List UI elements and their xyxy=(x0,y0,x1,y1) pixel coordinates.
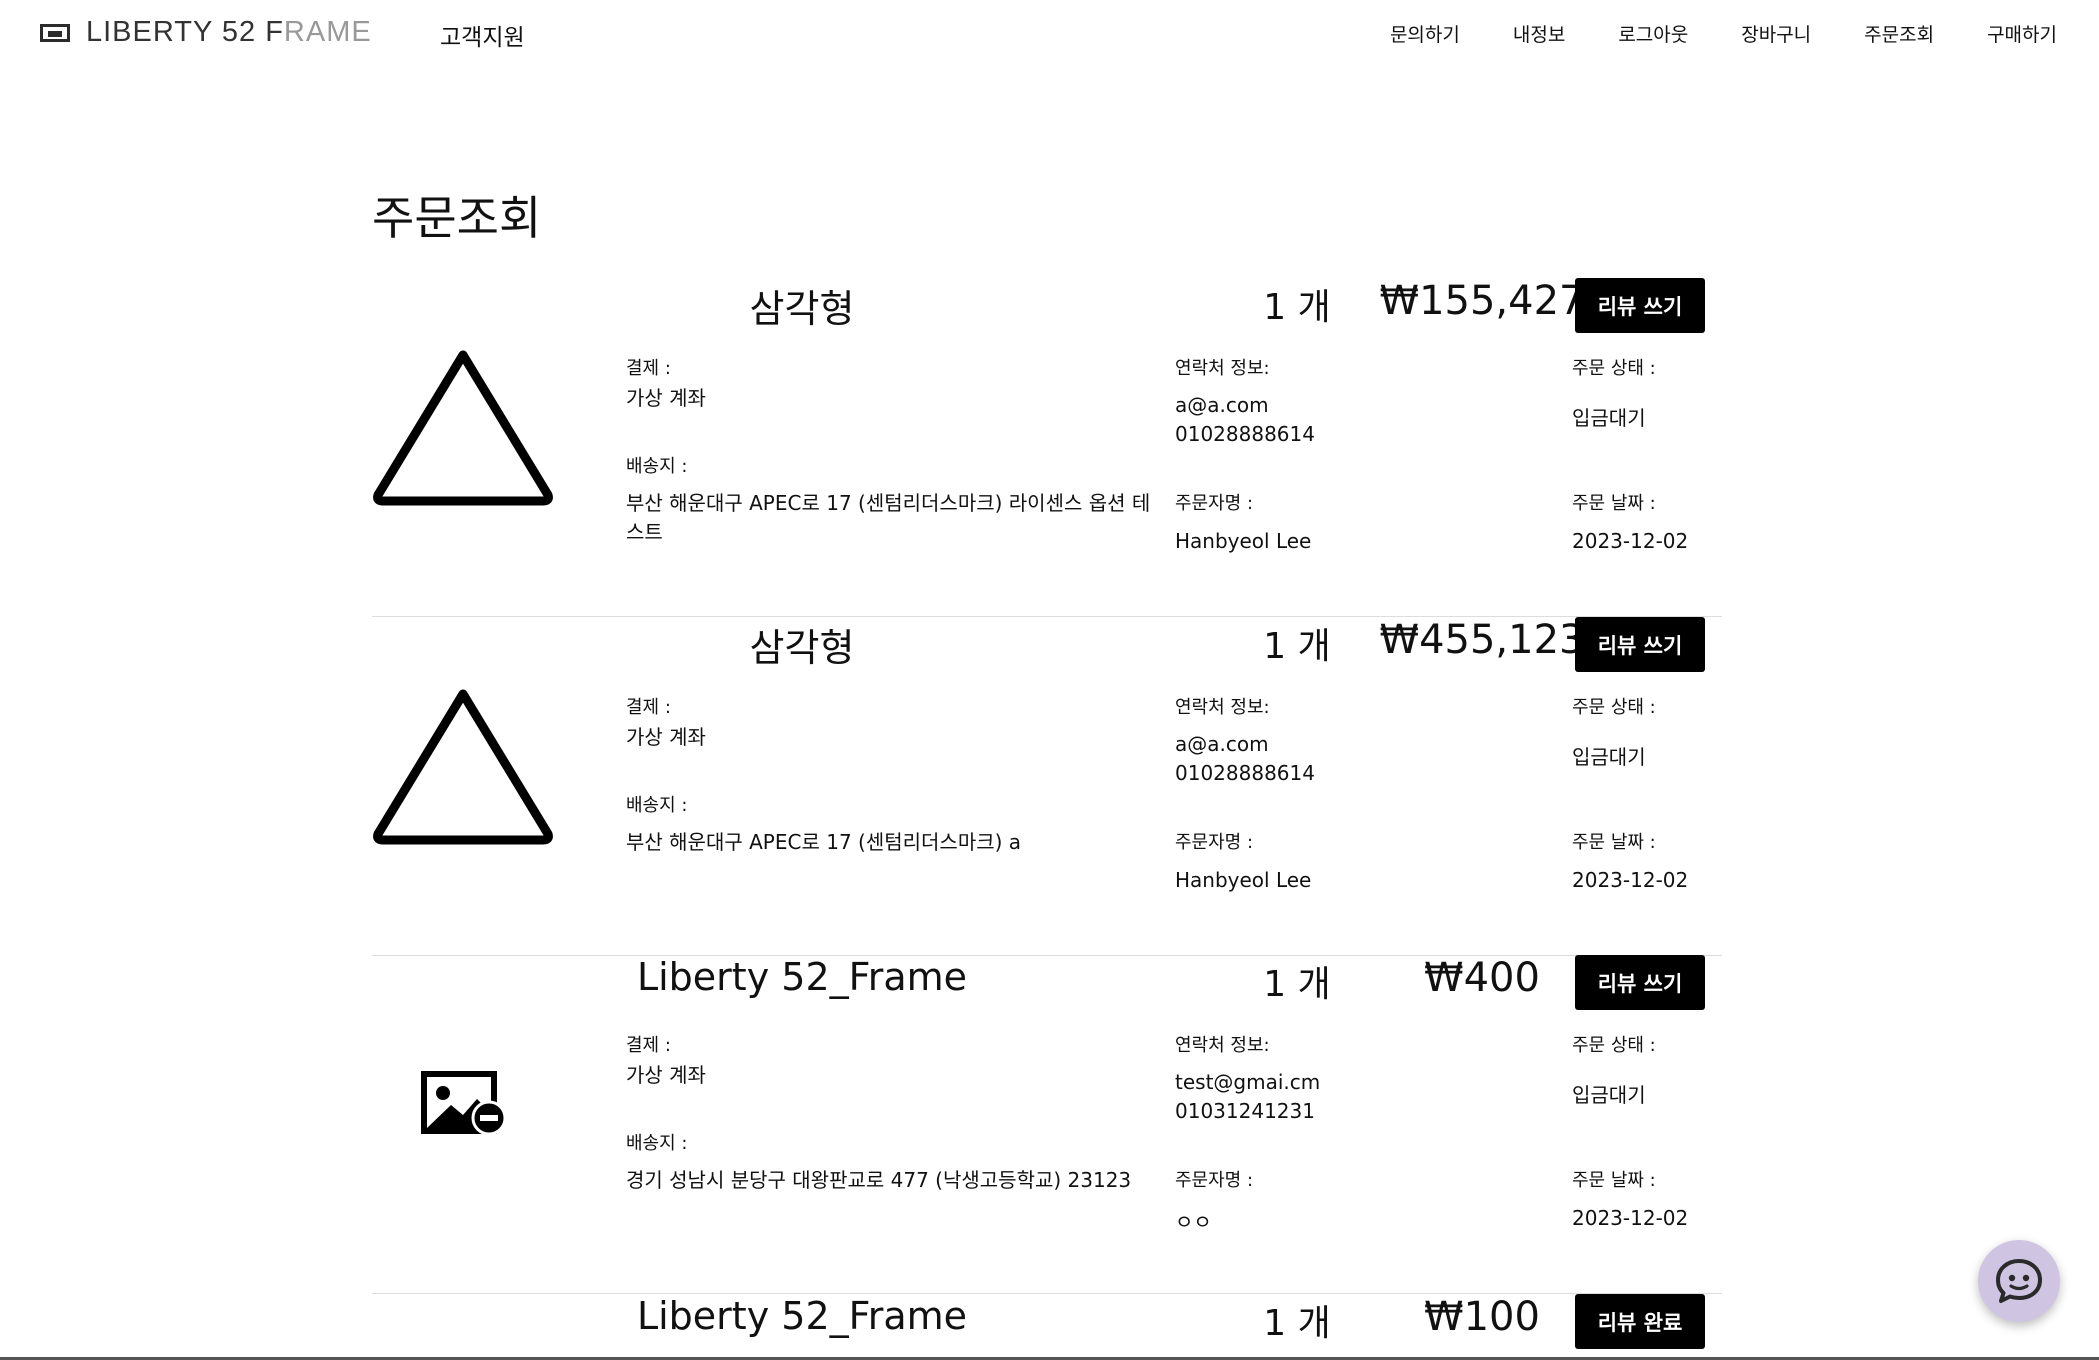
nav-logout[interactable]: 로그아웃 xyxy=(1618,20,1688,47)
contact-email: a@a.com xyxy=(1175,393,1269,417)
shipping-address: 부산 해운대구 APEC로 17 (센텀리더스마크) a xyxy=(626,830,1022,854)
order-item: Liberty 52_Frame 1 개 ₩400 리뷰 쓰기 결제 : 가상 … xyxy=(372,955,1722,1294)
payment-label: 결제 : xyxy=(626,1035,671,1056)
order-item: 삼각형 1 개 ₩155,427 리뷰 쓰기 결제 : 가상 계좌 배송지 : … xyxy=(372,278,1722,617)
shipping-address: 부산 해운대구 APEC로 17 (센텀리더스마크) 라이센스 옵션 테스트 xyxy=(626,491,1151,544)
contact-phone: 01031241231 xyxy=(1175,1099,1315,1123)
payment-method: 가상 계좌 xyxy=(626,725,706,749)
image-not-found-icon xyxy=(421,1071,505,1136)
date-label: 주문 날짜 : xyxy=(1572,832,1656,853)
product-thumbnail[interactable] xyxy=(372,681,554,851)
shipping-label: 배송지 : xyxy=(626,1133,688,1154)
order-date: 2023-12-02 xyxy=(1572,529,1689,553)
frame-logo-icon xyxy=(40,23,70,42)
payment-label: 결제 : xyxy=(626,697,671,718)
orderer-name: Hanbyeol Lee xyxy=(1175,868,1312,892)
product-name: 삼각형 xyxy=(749,287,855,331)
nav-my-info[interactable]: 내정보 xyxy=(1513,20,1565,47)
status-label: 주문 상태 : xyxy=(1572,358,1656,379)
page-title: 주문조회 xyxy=(372,191,542,245)
write-review-button[interactable]: 리뷰 쓰기 xyxy=(1575,617,1705,672)
order-price: ₩155,427 xyxy=(1379,278,1585,324)
contact-label: 연락처 정보: xyxy=(1175,358,1270,379)
order-price: ₩455,123 xyxy=(1379,617,1585,663)
write-review-button[interactable]: 리뷰 쓰기 xyxy=(1575,278,1705,333)
product-name: 삼각형 xyxy=(749,626,855,670)
write-review-button[interactable]: 리뷰 쓰기 xyxy=(1575,955,1705,1010)
payment-method: 가상 계좌 xyxy=(626,386,706,410)
contact-email: a@a.com xyxy=(1175,732,1269,756)
chat-bot-button[interactable] xyxy=(1978,1240,2060,1322)
order-quantity: 1 개 xyxy=(1263,287,1331,328)
contact-label: 연락처 정보: xyxy=(1175,697,1270,718)
shipping-label: 배송지 : xyxy=(626,795,688,816)
contact-label: 연락처 정보: xyxy=(1175,1035,1270,1056)
order-price: ₩100 xyxy=(1424,1294,1540,1340)
nav-inquiry[interactable]: 문의하기 xyxy=(1390,20,1460,47)
chat-bot-icon xyxy=(1996,1259,2042,1303)
order-date: 2023-12-02 xyxy=(1572,868,1689,892)
status-label: 주문 상태 : xyxy=(1572,1035,1656,1056)
payment-label: 결제 : xyxy=(626,358,671,379)
order-price: ₩400 xyxy=(1424,955,1540,1001)
product-name: Liberty 52_Frame xyxy=(636,955,968,999)
orderer-label: 주문자명 : xyxy=(1175,832,1254,853)
order-quantity: 1 개 xyxy=(1263,1303,1331,1344)
review-complete-button[interactable]: 리뷰 완료 xyxy=(1575,1294,1705,1349)
orderer-name: ㅇㅇ xyxy=(1175,1210,1212,1234)
order-item: Liberty 52_Frame 1 개 ₩100 리뷰 완료 xyxy=(372,1294,1722,1360)
product-name: Liberty 52_Frame xyxy=(636,1294,968,1338)
nav-purchase[interactable]: 구매하기 xyxy=(1987,20,2057,47)
order-status: 입금대기 xyxy=(1572,745,1646,769)
order-status: 입금대기 xyxy=(1572,1083,1646,1107)
date-label: 주문 날짜 : xyxy=(1572,1170,1656,1191)
order-status: 입금대기 xyxy=(1572,406,1646,430)
payment-method: 가상 계좌 xyxy=(626,1063,706,1087)
orderer-label: 주문자명 : xyxy=(1175,1170,1254,1191)
shipping-address: 경기 성남시 분당구 대왕판교로 477 (낙생고등학교) 23123 xyxy=(626,1168,1132,1192)
shipping-label: 배송지 : xyxy=(626,456,688,477)
date-label: 주문 날짜 : xyxy=(1572,493,1656,514)
order-quantity: 1 개 xyxy=(1263,626,1331,667)
customer-support-link[interactable]: 고객지원 xyxy=(440,18,525,52)
brand-name-dark: LIBERTY 52 F xyxy=(86,16,284,48)
main-nav: 문의하기 내정보 로그아웃 장바구니 주문조회 구매하기 xyxy=(1337,20,2057,47)
contact-email: test@gmai.cm xyxy=(1175,1070,1321,1094)
order-date: 2023-12-02 xyxy=(1572,1206,1689,1230)
product-thumbnail[interactable] xyxy=(372,1019,554,1189)
nav-order-lookup[interactable]: 주문조회 xyxy=(1864,20,1934,47)
contact-phone: 01028888614 xyxy=(1175,422,1315,446)
top-header: LIBERTY 52 FRAME 고객지원 문의하기 내정보 로그아웃 장바구니… xyxy=(0,0,2099,70)
status-label: 주문 상태 : xyxy=(1572,697,1656,718)
order-item: 삼각형 1 개 ₩455,123 리뷰 쓰기 결제 : 가상 계좌 배송지 : … xyxy=(372,617,1722,956)
brand-name-grey: RAME xyxy=(283,16,372,48)
triangle-icon xyxy=(373,689,553,845)
orderer-name: Hanbyeol Lee xyxy=(1175,529,1312,553)
brand-logo[interactable]: LIBERTY 52 FRAME xyxy=(40,16,372,49)
nav-cart[interactable]: 장바구니 xyxy=(1741,20,1811,47)
contact-phone: 01028888614 xyxy=(1175,761,1315,785)
orderer-label: 주문자명 : xyxy=(1175,493,1254,514)
brand-name: LIBERTY 52 FRAME xyxy=(86,16,372,49)
order-quantity: 1 개 xyxy=(1263,964,1331,1005)
product-thumbnail[interactable] xyxy=(372,342,554,512)
triangle-icon xyxy=(373,350,553,506)
